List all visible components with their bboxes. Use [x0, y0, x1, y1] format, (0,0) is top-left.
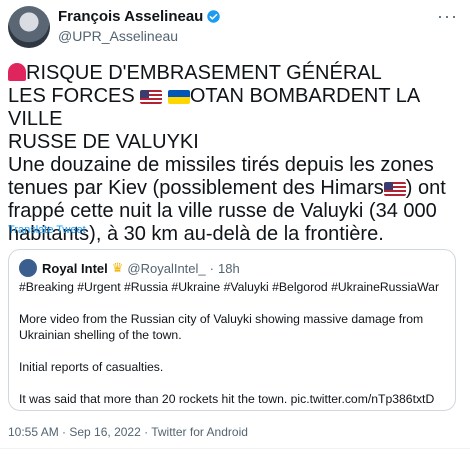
- tweet-body-start: Une douzaine de missiles tirés depuis le…: [8, 154, 440, 199]
- quoted-time-separator: ·: [209, 260, 214, 276]
- tweet-meta[interactable]: 10:55 AM · Sep 16, 2022 · Twitter for An…: [8, 425, 248, 439]
- tweet-line3: RUSSE DE VALUYKI: [8, 131, 199, 153]
- crown-icon: ♛: [111, 260, 124, 275]
- tweet-headline: RISQUE D'EMBRASEMENT GÉNÉRAL: [26, 62, 382, 84]
- translate-tweet-link[interactable]: Translate Tweet: [8, 224, 86, 236]
- tweet-text: RISQUE D'EMBRASEMENT GÉNÉRAL LES FORCES …: [8, 62, 464, 246]
- quoted-author-avatar[interactable]: [19, 259, 37, 277]
- more-options-icon[interactable]: ···: [437, 6, 458, 27]
- quoted-author-handle[interactable]: @RoyalIntel_: [127, 261, 205, 276]
- quoted-tweet[interactable]: Royal Intel ♛ @RoyalIntel_ · 18h #Breaki…: [8, 249, 456, 411]
- author-name[interactable]: François Asselineau: [58, 8, 203, 25]
- quoted-tweet-time[interactable]: 18h: [218, 261, 240, 276]
- divider: [0, 448, 470, 449]
- verified-badge-icon: [207, 10, 221, 23]
- author-name-row: François Asselineau: [58, 8, 221, 25]
- quoted-author-name[interactable]: Royal Intel: [42, 261, 108, 276]
- us-flag-icon: [383, 182, 406, 196]
- author-handle[interactable]: @UPR_Asselineau: [58, 28, 178, 44]
- quoted-tweet-text: #Breaking #Urgent #Russia #Ukraine #Valu…: [19, 280, 439, 406]
- quoted-tweet-header: Royal Intel ♛ @RoyalIntel_ · 18h: [19, 259, 240, 277]
- tweet-line2-start: LES FORCES: [8, 85, 141, 107]
- siren-icon: [8, 63, 26, 81]
- ukraine-flag-icon: [167, 90, 190, 104]
- author-avatar[interactable]: [8, 6, 50, 48]
- us-flag-icon: [140, 90, 163, 104]
